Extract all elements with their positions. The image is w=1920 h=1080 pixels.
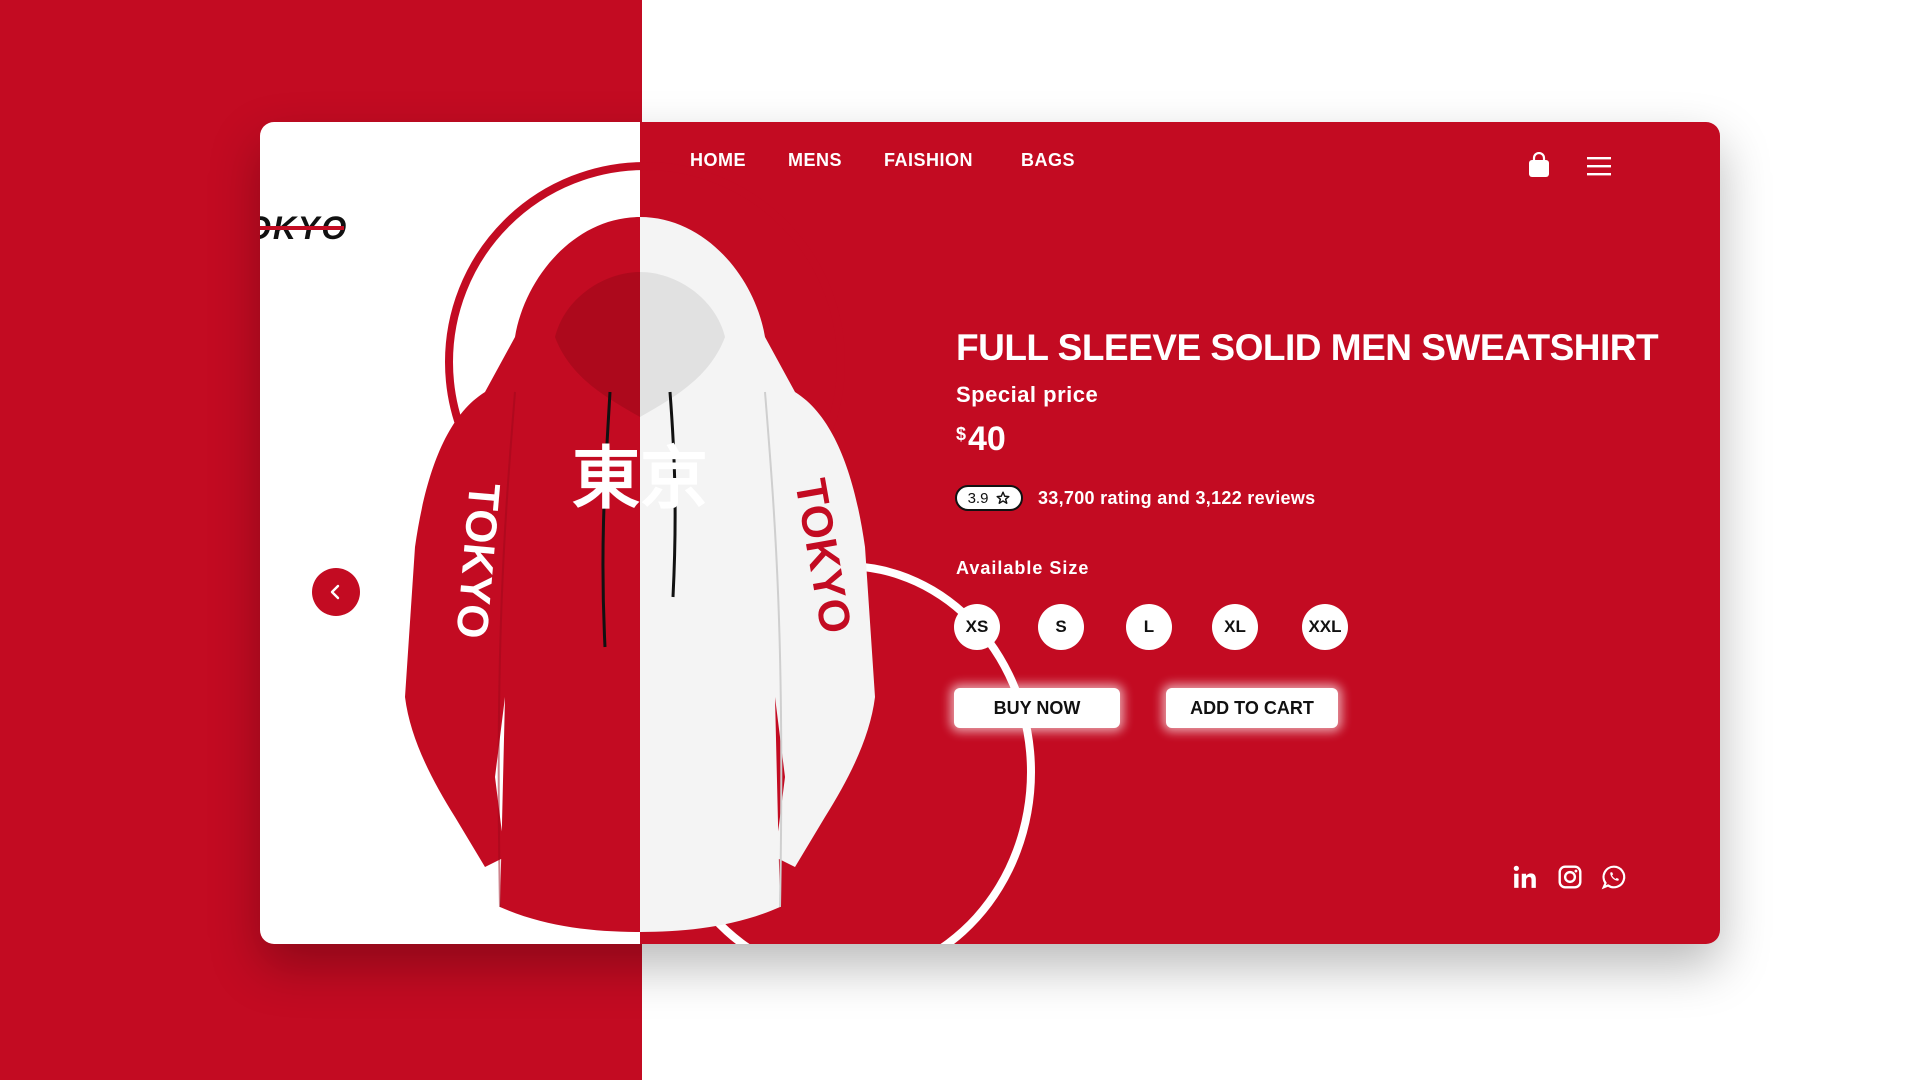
star-icon [996, 491, 1010, 504]
size-option-s[interactable]: S [1038, 604, 1084, 650]
buy-now-button[interactable]: BUY NOW [954, 688, 1120, 728]
rating-value: 3.9 [967, 489, 989, 507]
special-price-label: Special price [956, 382, 1099, 407]
linkedin-icon[interactable] [1512, 864, 1538, 890]
size-option-l[interactable]: L [1126, 604, 1172, 650]
add-to-cart-button[interactable]: ADD TO CART [1166, 688, 1338, 728]
nav-item-fashion[interactable]: FAISHION [884, 150, 973, 171]
size-option-xxl[interactable]: XXL [1302, 604, 1348, 650]
available-size-label: Available Size [956, 558, 1090, 578]
size-option-xs[interactable]: XS [954, 604, 1000, 650]
hoodie-image: 東京 TOKYO TOKYO [405, 217, 875, 932]
shopping-bag-icon[interactable] [1527, 152, 1551, 178]
nav-item-home[interactable]: HOME [690, 150, 746, 171]
product-card: OKYO 東京 TOKYO TOKYO HOME MENS FAISHION B… [260, 122, 1720, 944]
instagram-icon[interactable] [1557, 864, 1583, 890]
size-option-xl[interactable]: XL [1212, 604, 1258, 650]
hamburger-menu-icon[interactable] [1587, 156, 1611, 176]
rating-badge: 3.9 [955, 485, 1023, 511]
nav-item-bags[interactable]: BAGS [1021, 150, 1075, 171]
nav-item-mens[interactable]: MENS [788, 150, 842, 171]
price-amount: 40 [968, 420, 1006, 458]
price-currency: $ [956, 424, 967, 444]
main-nav: HOME MENS FAISHION BAGS [690, 150, 1075, 171]
brand-underline [260, 226, 344, 230]
rating-summary: 33,700 rating and 3,122 reviews [1038, 488, 1316, 508]
hoodie-kanji-text: 東京 [572, 440, 708, 519]
product-title: FULL SLEEVE SOLID MEN SWEATSHIRT [956, 327, 1659, 368]
whatsapp-icon[interactable] [1601, 864, 1627, 890]
chevron-left-icon [330, 584, 340, 600]
product-price: $ 40 [956, 420, 1006, 459]
previous-image-button[interactable] [312, 568, 360, 616]
